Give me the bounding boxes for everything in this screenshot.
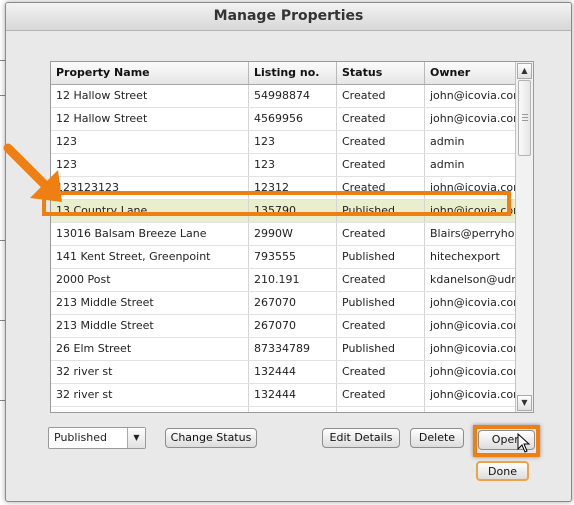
cell-listing-no: 132444	[249, 384, 337, 406]
cell-property-name: 13 Country Lane	[51, 200, 249, 222]
scroll-down-icon[interactable]: ▼	[517, 395, 532, 411]
table-row[interactable]: 32 river st132444Created john@icovia.com	[51, 361, 515, 384]
cell-status: Created	[337, 131, 425, 153]
table-header: Property Name Listing no. Status Owner	[51, 62, 515, 85]
cell-status: Created	[337, 223, 425, 245]
cell-listing-no: 267070	[249, 315, 337, 337]
cell-listing-no: 87334789	[249, 338, 337, 360]
open-button[interactable]: Open	[478, 430, 535, 450]
table-row[interactable]: 32 river st132444Created john@icovia.com	[51, 384, 515, 407]
table-row[interactable]: 141 Kent Street, Greenpoint 793555 Publish…	[51, 246, 515, 269]
properties-table: Property Name Listing no. Status Owner 1…	[50, 61, 534, 413]
table-row[interactable]: 13 Country Lane 135790 Published john@icovi…	[51, 200, 515, 223]
cell-status: Created	[337, 177, 425, 199]
cell-owner: john@icovia.com	[430, 112, 515, 125]
status-select[interactable]: Published ▼	[48, 427, 146, 449]
cell-property-name: 123	[51, 154, 249, 176]
cell-listing-no: 210.191	[249, 269, 337, 291]
scroll-up-icon[interactable]: ▲	[517, 63, 532, 79]
cell-property-name: 123123123	[51, 177, 249, 199]
cell-status: Created	[337, 407, 425, 412]
table-row[interactable]: 12 Hallow Street 54998874 Created john@icov…	[51, 85, 515, 108]
cell-property-name: 12 Hallow Street	[51, 85, 249, 107]
done-button[interactable]: Done	[476, 461, 529, 481]
cell-owner: john@icovia.com	[430, 296, 515, 309]
cell-property-name: 141 Kent Street, Greenpoint	[51, 246, 249, 268]
status-select-value: Published	[54, 431, 107, 444]
cell-listing-no: 135790	[249, 200, 337, 222]
cell-property-name: 13016 Balsam Breeze Lane	[51, 223, 249, 245]
vertical-scrollbar[interactable]: ▲ ▼	[515, 62, 533, 412]
cell-status: Created	[337, 269, 425, 291]
cell-listing-no: 54998874	[249, 85, 337, 107]
cell-owner: john@icovia.com	[430, 388, 515, 401]
cell-owner: john@icovia.com	[425, 407, 515, 412]
manage-properties-dialog: Manage Properties Property Name Listing …	[5, 2, 572, 502]
column-header-status[interactable]: Status	[337, 62, 425, 84]
table-row[interactable]: 213 Middle Street 267070 Created john@icovi…	[51, 315, 515, 338]
cell-property-name: 2000 Post	[51, 269, 249, 291]
table-row[interactable]: 123 123 Created admin	[51, 154, 515, 177]
cell-status: Created	[337, 85, 425, 107]
cell-property-name: 32 river st	[51, 407, 249, 412]
table-row[interactable]: 2000 Post 210.191 Created kdanelson@udrt	[51, 269, 515, 292]
cell-status: Created	[337, 361, 425, 383]
cell-property-name: 32 river st	[51, 361, 249, 383]
scrollbar-thumb[interactable]	[518, 80, 531, 156]
cell-property-name: 26 Elm Street	[51, 338, 249, 360]
cell-owner: kdanelson@udrt	[430, 273, 515, 286]
cell-status: Published	[337, 338, 425, 360]
table-row[interactable]: 12 Hallow Street 4569956 Created john@icovi…	[51, 108, 515, 131]
cell-listing-no: 2990W	[249, 223, 337, 245]
cell-owner: john@icovia.com	[430, 365, 515, 378]
cell-status: Published	[337, 292, 425, 314]
table-row[interactable]: 123123123 12312 Created john@icovia.com	[51, 177, 515, 200]
cell-owner: john@icovia.com	[430, 181, 515, 194]
cell-property-name: 213 Middle Street	[51, 315, 249, 337]
cell-owner: hitechexport	[430, 250, 500, 263]
cell-owner: john@icovia.com	[430, 204, 515, 217]
column-header-owner[interactable]: Owner	[425, 62, 515, 84]
cell-owner: john@icovia.com	[430, 319, 515, 332]
change-status-button[interactable]: Change Status	[165, 428, 257, 448]
dialog-title: Manage Properties	[6, 3, 571, 31]
table-body: 12 Hallow Street 54998874 Created john@icov…	[51, 85, 515, 412]
cell-listing-no: 132444	[249, 407, 337, 412]
cell-listing-no: 4569956	[249, 108, 337, 130]
column-header-property-name[interactable]: Property Name	[51, 62, 249, 84]
cell-status: Created	[337, 315, 425, 337]
cell-listing-no: 123	[249, 154, 337, 176]
cell-property-name: 32 river st	[51, 384, 249, 406]
cell-status: Created	[337, 108, 425, 130]
table-row[interactable]: 213 Middle Street 267070 Published john@ico…	[51, 292, 515, 315]
edit-details-button[interactable]: Edit Details	[322, 428, 400, 448]
cell-listing-no: 132444	[249, 361, 337, 383]
cell-listing-no: 123	[249, 131, 337, 153]
cell-owner: admin	[430, 135, 465, 148]
table-row[interactable]: 32 river st132444Createdjohn@icovia.com	[51, 407, 515, 412]
cell-status: Created	[337, 384, 425, 406]
chevron-down-icon[interactable]: ▼	[127, 428, 145, 448]
cell-owner: john@icovia.com	[430, 342, 515, 355]
cell-owner: Blairs@perryhomes	[430, 227, 515, 240]
table-row[interactable]: 123 123 Created admin	[51, 131, 515, 154]
cell-owner: john@icovia.com	[430, 89, 515, 102]
delete-button[interactable]: Delete	[410, 428, 464, 448]
cell-status: Created	[337, 154, 425, 176]
table-row[interactable]: 26 Elm Street 87334789 Published john@icovi…	[51, 338, 515, 361]
cell-listing-no: 267070	[249, 292, 337, 314]
cell-listing-no: 793555	[249, 246, 337, 268]
cell-listing-no: 12312	[249, 177, 337, 199]
cell-owner: admin	[430, 158, 465, 171]
cell-property-name: 12 Hallow Street	[51, 108, 249, 130]
column-header-listing-no[interactable]: Listing no.	[249, 62, 337, 84]
cell-property-name: 123	[51, 131, 249, 153]
table-row[interactable]: 13016 Balsam Breeze Lane 2990W Created Blai…	[51, 223, 515, 246]
cell-property-name: 213 Middle Street	[51, 292, 249, 314]
cell-status: Published	[337, 246, 425, 268]
cell-status: Published	[337, 200, 425, 222]
